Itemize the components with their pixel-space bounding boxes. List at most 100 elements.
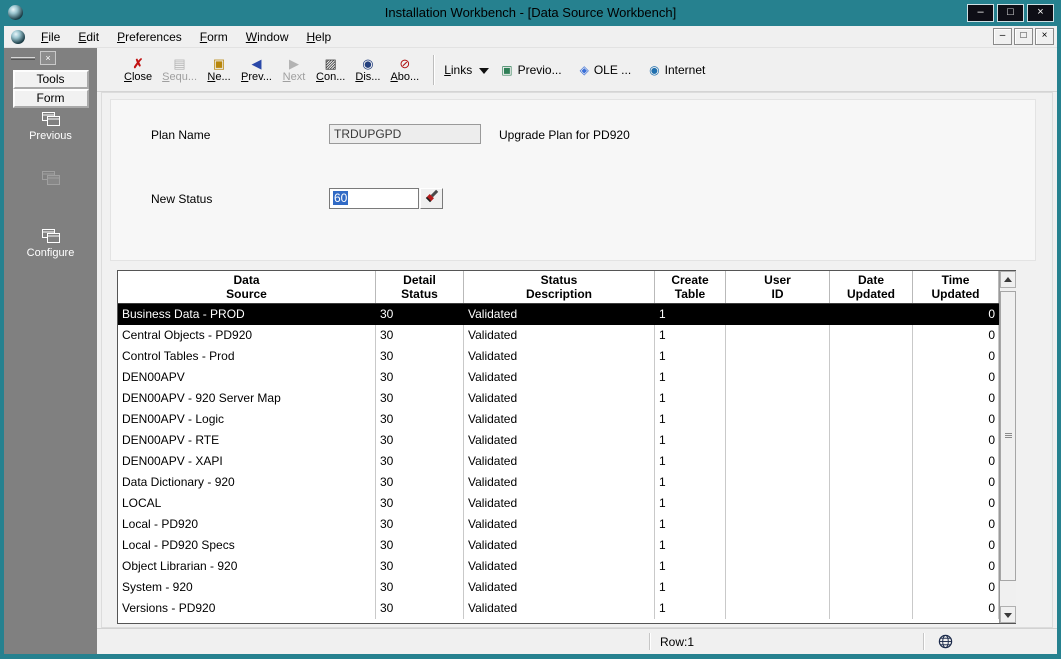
toolbar-separator (433, 55, 435, 85)
table-row[interactable]: DEN00APV - RTE30Validated10 (118, 430, 999, 451)
column-header-user-id[interactable]: User ID (726, 271, 830, 303)
next-record-button: ▶ Next (277, 54, 311, 85)
link-internet-label: Internet (665, 63, 706, 77)
visual-assist-button[interactable] (420, 188, 443, 209)
sidebar-tab-form[interactable]: Form (13, 89, 89, 108)
next-number-button[interactable]: ▣ Ne... (202, 54, 236, 85)
table-cell: DEN00APV - XAPI (118, 451, 376, 472)
mdi-close-button[interactable]: × (1035, 28, 1054, 45)
scroll-up-icon[interactable] (1000, 271, 1016, 288)
table-cell: Validated (464, 535, 655, 556)
previous-record-button[interactable]: ◀ Prev... (236, 54, 277, 85)
table-row[interactable]: DEN00APV - XAPI30Validated10 (118, 451, 999, 472)
table-row[interactable]: Control Tables - Prod30Validated10 (118, 346, 999, 367)
table-row[interactable]: DEN00APV - 920 Server Map30Validated10 (118, 388, 999, 409)
header-form-panel: Plan Name Upgrade Plan for PD920 New Sta… (110, 99, 1036, 261)
window-title: Installation Workbench - [Data Source Wo… (0, 5, 1061, 20)
table-cell: Data Dictionary - 920 (118, 472, 376, 493)
menu-file[interactable]: File (32, 28, 69, 46)
menu-window[interactable]: Window (237, 28, 298, 46)
next-record-button-label: Next (283, 71, 306, 83)
mdi-minimize-button[interactable]: – (993, 28, 1012, 45)
sidebar-item-configure[interactable]: Configure (4, 228, 97, 259)
link-ole[interactable]: ◈ OLE ... (580, 63, 632, 77)
previous-record-icon: ◀ (252, 56, 262, 71)
table-cell: 30 (376, 493, 464, 514)
table-row[interactable]: System - 92030Validated10 (118, 577, 999, 598)
configure-icon: ▨ (325, 56, 337, 71)
table-row[interactable]: Versions - PD92030Validated10 (118, 598, 999, 619)
table-row[interactable]: Local - PD92030Validated10 (118, 514, 999, 535)
table-cell: 0 (913, 346, 999, 367)
table-cell: Validated (464, 367, 655, 388)
table-cell (726, 346, 830, 367)
column-header-line: Data (233, 273, 259, 287)
grid-scrollbar[interactable] (999, 271, 1016, 623)
table-cell: 30 (376, 367, 464, 388)
table-cell: Validated (464, 451, 655, 472)
sidebar-close-icon[interactable] (40, 51, 56, 65)
configure-form-icon (41, 228, 61, 244)
menu-help[interactable]: Help (297, 28, 340, 46)
column-header-status-description[interactable]: Status Description (464, 271, 655, 303)
new-status-field[interactable]: 60 (329, 188, 419, 209)
sidebar-tab-tools[interactable]: Tools (13, 70, 89, 89)
table-cell (726, 514, 830, 535)
column-header-create-table[interactable]: Create Table (655, 271, 726, 303)
close-button[interactable]: ✗ Close (119, 54, 157, 85)
configure-button[interactable]: ▨ Con... (311, 54, 350, 85)
scroll-thumb[interactable] (1000, 291, 1016, 581)
grid-body: Business Data - PROD30Validated10Central… (118, 304, 999, 623)
statusbar: Row:1 (97, 628, 1057, 654)
table-row[interactable]: Business Data - PROD30Validated10 (118, 304, 999, 325)
table-cell (726, 304, 830, 325)
table-cell: Local - PD920 Specs (118, 535, 376, 556)
titlebar[interactable]: Installation Workbench - [Data Source Wo… (0, 0, 1061, 26)
menu-form[interactable]: Form (191, 28, 237, 46)
table-row[interactable]: DEN00APV - Logic30Validated10 (118, 409, 999, 430)
grid-header: Data Source Detail Status Status Descrip… (118, 271, 999, 304)
table-row[interactable]: Local - PD920 Specs30Validated10 (118, 535, 999, 556)
close-window-button[interactable]: × (1027, 4, 1054, 22)
mdi-app-icon[interactable] (11, 30, 25, 44)
table-cell: 1 (655, 598, 726, 619)
table-cell (830, 325, 913, 346)
table-cell: 1 (655, 556, 726, 577)
table-cell: Validated (464, 304, 655, 325)
link-previous[interactable]: ▣ Previo... (501, 63, 561, 77)
mdi-restore-button[interactable]: □ (1014, 28, 1033, 45)
menu-preferences[interactable]: Preferences (108, 28, 191, 46)
table-cell: Validated (464, 346, 655, 367)
table-cell: 1 (655, 514, 726, 535)
links-menu[interactable]: Links (444, 63, 501, 77)
table-row[interactable]: Data Dictionary - 92030Validated10 (118, 472, 999, 493)
chevron-down-icon[interactable] (479, 68, 489, 74)
table-cell: 30 (376, 577, 464, 598)
link-internet[interactable]: ◉ Internet (649, 63, 705, 77)
column-header-detail-status[interactable]: Detail Status (376, 271, 464, 303)
table-row[interactable]: Object Librarian - 92030Validated10 (118, 556, 999, 577)
link-previous-label: Previo... (518, 63, 562, 77)
menu-edit[interactable]: Edit (69, 28, 108, 46)
table-row[interactable]: Central Objects - PD92030Validated10 (118, 325, 999, 346)
sidebar-item-previous[interactable]: Previous (4, 111, 97, 142)
table-cell: 0 (913, 472, 999, 493)
column-header-time-updated[interactable]: Time Updated (913, 271, 999, 303)
maximize-button[interactable]: □ (997, 4, 1024, 22)
display-button[interactable]: ◉ Dis... (350, 54, 385, 85)
sidebar-handle[interactable] (11, 57, 35, 60)
scroll-down-icon[interactable] (1000, 606, 1016, 623)
table-cell: 30 (376, 388, 464, 409)
table-row[interactable]: LOCAL30Validated10 (118, 493, 999, 514)
column-header-data-source[interactable]: Data Source (118, 271, 376, 303)
next-number-button-label: Ne... (207, 71, 230, 83)
sequence-button: ▤ Sequ... (157, 54, 202, 85)
table-cell: 0 (913, 598, 999, 619)
table-cell (830, 304, 913, 325)
previous-form-icon (41, 111, 61, 127)
minimize-button[interactable]: – (967, 4, 994, 22)
abort-button[interactable]: ⊘ Abo... (385, 54, 424, 85)
column-header-line: Detail (403, 273, 436, 287)
column-header-date-updated[interactable]: Date Updated (830, 271, 913, 303)
table-row[interactable]: DEN00APV30Validated10 (118, 367, 999, 388)
